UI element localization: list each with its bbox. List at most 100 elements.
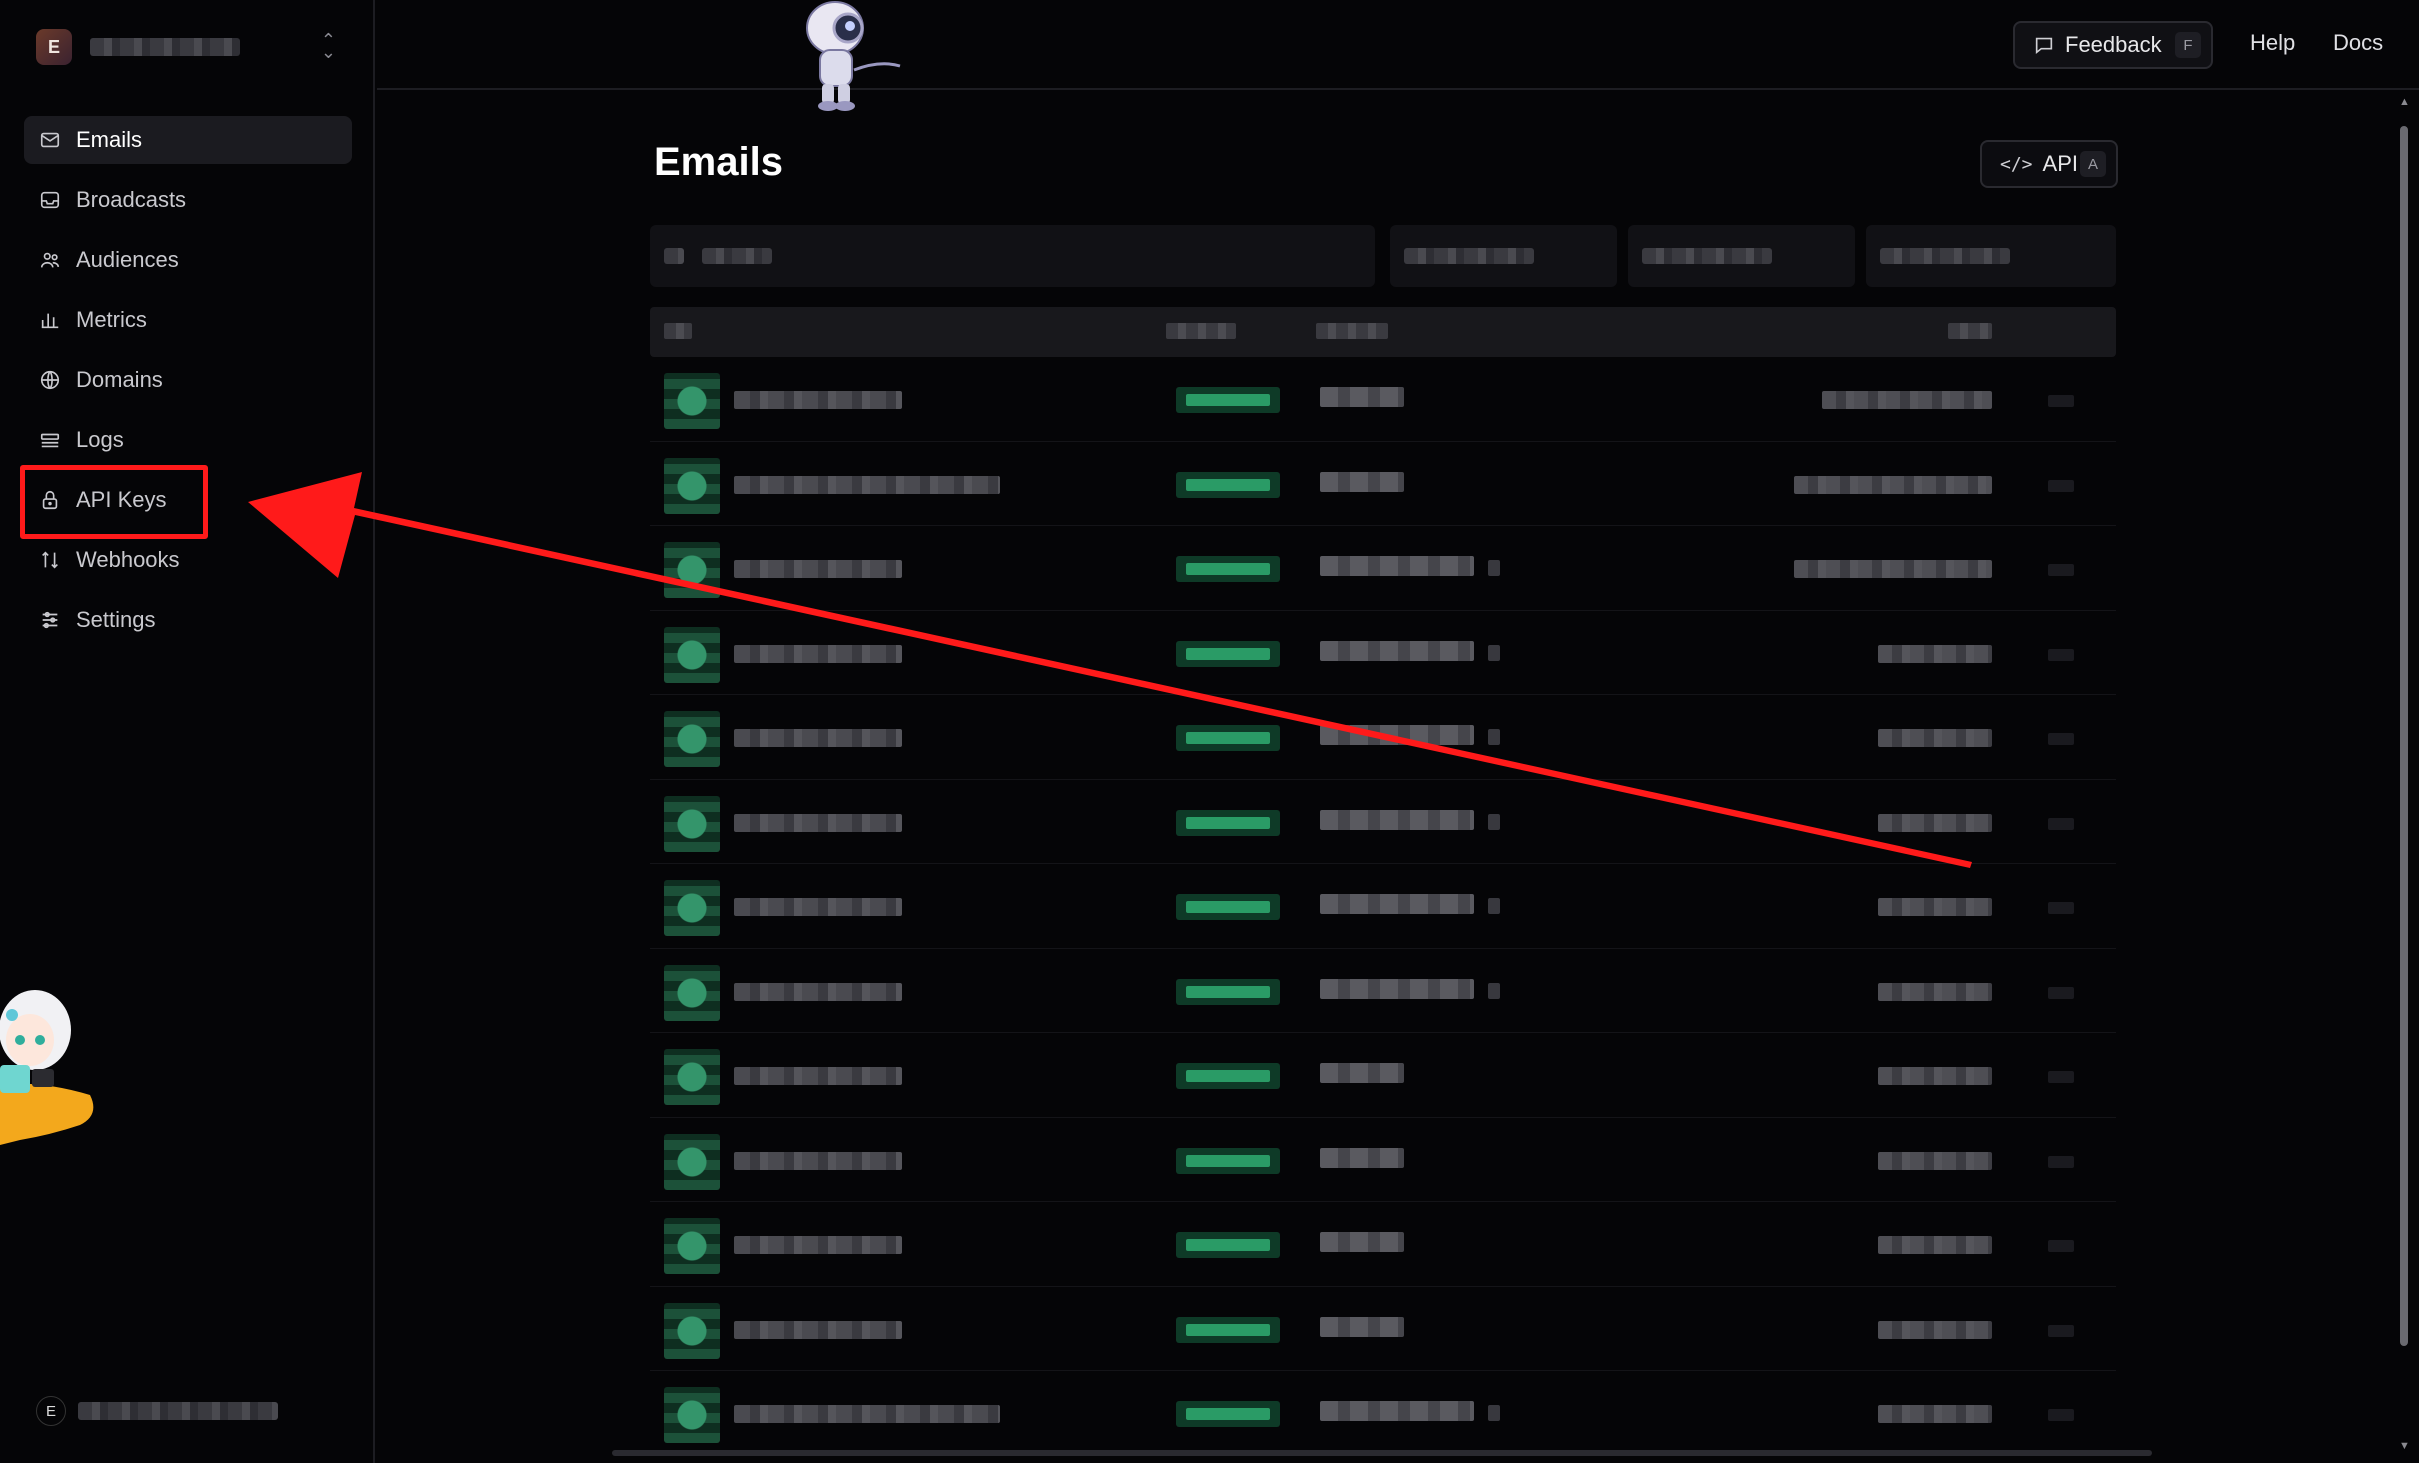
table-row[interactable] <box>650 1033 2116 1118</box>
bar-chart-icon <box>38 308 62 332</box>
row-more-icon[interactable] <box>2048 817 2074 830</box>
table-row[interactable] <box>650 1118 2116 1202</box>
column-header-subject <box>1316 323 1388 339</box>
help-link[interactable]: Help <box>2250 30 2295 56</box>
subject-redacted <box>1320 640 1474 661</box>
subject-redacted <box>1320 471 1404 492</box>
table-row[interactable] <box>650 780 2116 864</box>
date-range-dropdown[interactable] <box>1390 225 1617 287</box>
annotation-highlight-box <box>20 465 208 539</box>
status-badge <box>1176 1147 1280 1174</box>
row-more-icon[interactable] <box>2048 733 2074 745</box>
sidebar-item-label: Webhooks <box>76 547 180 572</box>
sidebar-item-broadcasts[interactable]: Broadcasts <box>24 176 352 224</box>
horizontal-scrollbar[interactable] <box>612 1450 2152 1456</box>
search-icon <box>664 248 684 264</box>
sent-time-redacted <box>1878 1151 1992 1170</box>
message-icon <box>2035 37 2053 55</box>
page-title: Emails <box>654 140 783 184</box>
table-row[interactable] <box>650 949 2116 1033</box>
code-icon: </> <box>2000 153 2033 175</box>
subject-redacted <box>1320 1316 1404 1337</box>
status-dropdown[interactable] <box>1628 225 1855 287</box>
user-menu[interactable]: E <box>36 1396 278 1426</box>
recipient-redacted <box>734 391 902 409</box>
sidebar-item-webhooks[interactable]: Webhooks <box>24 536 352 584</box>
table-row[interactable] <box>650 1371 2116 1456</box>
email-status-icon <box>664 626 720 683</box>
table-row[interactable] <box>650 611 2116 695</box>
table-row[interactable] <box>650 695 2116 780</box>
sent-time-redacted <box>1822 391 1992 409</box>
sidebar-item-settings[interactable]: Settings <box>24 596 352 644</box>
email-status-icon <box>664 1218 720 1274</box>
subject-redacted <box>1320 1401 1474 1421</box>
scroll-down-icon[interactable]: ▼ <box>2399 1440 2410 1452</box>
sent-time-redacted <box>1878 729 1992 747</box>
sent-time-redacted <box>1878 813 1992 832</box>
table-row[interactable] <box>650 1287 2116 1371</box>
api-button[interactable]: </> API A <box>1980 140 2118 188</box>
astronaut-mascot-image <box>806 1 901 111</box>
status-badge <box>1176 640 1280 667</box>
sidebar-item-emails[interactable]: Emails <box>24 116 352 164</box>
sidebar-item-audiences[interactable]: Audiences <box>24 236 352 284</box>
scrollbar-thumb[interactable] <box>2400 126 2408 1346</box>
sidebar-item-metrics[interactable]: Metrics <box>24 296 352 344</box>
recipient-redacted <box>734 475 1000 494</box>
docs-link[interactable]: Docs <box>2333 30 2383 56</box>
subject-redacted <box>1320 1232 1404 1252</box>
subject-redacted <box>1320 1147 1404 1168</box>
email-status-icon <box>664 880 720 936</box>
scroll-up-icon[interactable]: ▲ <box>2399 96 2410 108</box>
search-placeholder-redacted <box>702 248 772 264</box>
sidebar-item-label: Domains <box>76 367 163 392</box>
subject-redacted <box>1320 978 1474 999</box>
feedback-label: Feedback <box>2065 32 2162 57</box>
sidebar-item-label: Audiences <box>76 247 179 272</box>
recipient-redacted <box>734 1405 1000 1423</box>
status-badge <box>1176 387 1280 413</box>
row-more-icon[interactable] <box>2048 1409 2074 1421</box>
status-badge <box>1176 1232 1280 1258</box>
sidebar-nav: Emails Broadcasts Audiences Metrics Doma… <box>24 116 352 656</box>
row-more-icon[interactable] <box>2048 986 2074 999</box>
row-more-icon[interactable] <box>2048 395 2074 407</box>
sent-time-redacted <box>1794 560 1992 578</box>
team-avatar: E <box>36 29 72 65</box>
sidebar-item-logs[interactable]: Logs <box>24 416 352 464</box>
table-row[interactable] <box>650 442 2116 526</box>
subject-redacted <box>1320 1063 1404 1083</box>
subject-redacted <box>1320 725 1474 745</box>
sent-time-redacted <box>1878 1320 1992 1339</box>
sidebar-item-domains[interactable]: Domains <box>24 356 352 404</box>
recipient-redacted <box>734 1067 902 1085</box>
row-more-icon[interactable] <box>2048 1240 2074 1252</box>
chibi-mascot-image <box>0 990 94 1145</box>
row-more-icon[interactable] <box>2048 1324 2074 1337</box>
row-more-icon[interactable] <box>2048 1155 2074 1168</box>
row-more-icon[interactable] <box>2048 564 2074 576</box>
status-badge <box>1176 1401 1280 1427</box>
status-badge <box>1176 1063 1280 1089</box>
feedback-button[interactable]: Feedback F <box>2013 21 2213 69</box>
row-more-icon[interactable] <box>2048 1071 2074 1083</box>
api-key-dropdown[interactable] <box>1866 225 2116 287</box>
row-more-icon[interactable] <box>2048 479 2074 492</box>
table-row[interactable] <box>650 526 2116 611</box>
recipient-redacted <box>734 982 902 1001</box>
row-more-icon[interactable] <box>2048 648 2074 661</box>
table-row[interactable] <box>650 357 2116 442</box>
search-input[interactable] <box>650 225 1375 287</box>
mail-icon <box>38 128 62 152</box>
vertical-scrollbar[interactable]: ▲ ▼ <box>2397 96 2411 1452</box>
sent-time-redacted <box>1878 1067 1992 1085</box>
table-row[interactable] <box>650 1202 2116 1287</box>
user-email-redacted <box>78 1402 278 1420</box>
table-row[interactable] <box>650 864 2116 949</box>
email-status-icon <box>664 1133 720 1190</box>
team-name-redacted <box>90 38 240 56</box>
sent-time-redacted <box>1878 1405 1992 1423</box>
row-more-icon[interactable] <box>2048 902 2074 914</box>
team-switcher[interactable]: E ⌃ ⌄ <box>36 28 336 66</box>
